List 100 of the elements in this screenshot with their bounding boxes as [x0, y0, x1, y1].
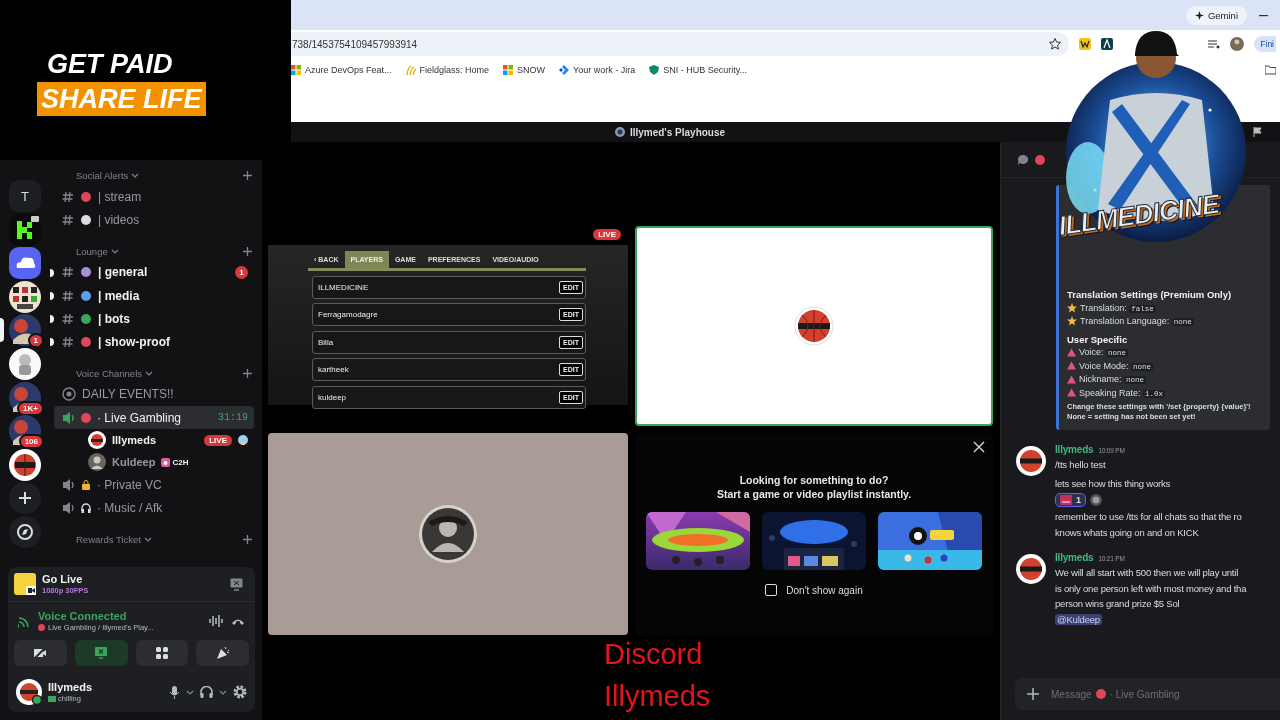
- channel-item[interactable]: | bots: [54, 307, 254, 331]
- extension-icon[interactable]: [1078, 38, 1091, 50]
- panel-subheading: Start a game or video playlist instantly.: [716, 488, 912, 500]
- chevron-icon[interactable]: [186, 688, 194, 696]
- emoji-icon: [80, 312, 92, 325]
- compass-icon[interactable]: [9, 515, 41, 548]
- user-mention[interactable]: @Kuldeep: [1055, 613, 1102, 625]
- unread-indicator: [50, 291, 54, 300]
- unread-indicator: [50, 268, 54, 277]
- embed-heading: Translation Settings (Premium Only): [1067, 289, 1233, 300]
- chevron-icon[interactable]: [145, 369, 154, 377]
- plus-icon[interactable]: [243, 534, 252, 544]
- sparkle-icon: [1194, 10, 1204, 20]
- user-avatar[interactable]: [16, 679, 42, 705]
- category-label[interactable]: Social Alerts: [76, 170, 129, 181]
- channel-item[interactable]: · Music / Afk: [54, 496, 254, 520]
- server-icon[interactable]: [9, 213, 41, 246]
- camera-off-button[interactable]: [14, 640, 67, 666]
- go-live-icon[interactable]: [14, 573, 36, 595]
- media-icon[interactable]: [1208, 39, 1221, 49]
- bookmark-link[interactable]: SNI - HUB Security...: [649, 65, 748, 75]
- add-reaction-icon[interactable]: [1090, 494, 1102, 506]
- member-tag: C2H: [161, 457, 189, 467]
- checkbox[interactable]: [765, 584, 778, 596]
- star-icon: [1067, 302, 1077, 313]
- avatar-icon[interactable]: [1230, 37, 1245, 51]
- assistant-button[interactable]: Gemini: [1185, 5, 1247, 25]
- server-icon[interactable]: [9, 347, 41, 380]
- camera-off-icon: [33, 646, 48, 660]
- chevron-icon[interactable]: [131, 172, 140, 179]
- extension-icon[interactable]: [1100, 38, 1113, 50]
- emoji-icon: [80, 336, 92, 349]
- server-icon: [614, 127, 625, 137]
- channel-item[interactable]: | stream: [54, 185, 254, 209]
- bookmark-link[interactable]: Azure DevOps Feat...: [291, 65, 392, 75]
- go-live-title: Go Live: [42, 573, 84, 585]
- server-icon[interactable]: [9, 247, 41, 280]
- player-name: kuldeep: [318, 392, 347, 402]
- screen-share-icon[interactable]: [230, 577, 243, 591]
- activities-button[interactable]: [135, 640, 189, 666]
- bookmark-icon: [405, 65, 416, 75]
- category-label[interactable]: Rewards Ticket: [76, 533, 141, 545]
- unread-badge: 1: [235, 265, 248, 279]
- microphone-icon[interactable]: [169, 685, 180, 699]
- user-avatar[interactable]: [1016, 446, 1046, 476]
- screen-share-button[interactable]: [74, 640, 128, 666]
- channel-item[interactable]: | general 1: [54, 260, 254, 284]
- message-text: remember to use /tts for all chats so that the ro knows whats going on and on KICK: [1055, 510, 1243, 540]
- server-icon[interactable]: [9, 448, 41, 481]
- channel-item[interactable]: DAILY EVENTS!!: [54, 382, 254, 407]
- member-item[interactable]: Illymeds LIVE: [54, 429, 254, 452]
- plus-icon[interactable]: [243, 171, 252, 180]
- bookmark-icon: [649, 65, 660, 75]
- activities-icon: [154, 646, 169, 660]
- channel-item[interactable]: · Private VC: [54, 473, 254, 497]
- user-avatar[interactable]: [1016, 554, 1046, 584]
- chevron-icon[interactable]: [143, 535, 152, 543]
- category-label[interactable]: Voice Channels: [76, 367, 143, 379]
- unread-indicator: [50, 315, 54, 324]
- chat-icon[interactable]: [1017, 153, 1029, 166]
- plus-icon[interactable]: [243, 368, 252, 378]
- channel-item[interactable]: | media: [54, 283, 254, 308]
- server-icon[interactable]: [9, 280, 41, 313]
- slogan-banner: SHARE LIFE: [37, 82, 206, 116]
- server-button[interactable]: T: [9, 180, 41, 212]
- add-icon[interactable]: [9, 482, 41, 515]
- channel-item[interactable]: | videos: [54, 208, 254, 232]
- channel-item[interactable]: · Live Gambling 31:19: [54, 406, 254, 430]
- emoji-icon: [80, 213, 92, 226]
- embed-heading: User Specific: [1067, 333, 1129, 345]
- member-item[interactable]: Kuldeep C2H: [54, 451, 254, 474]
- flag-icon[interactable]: [1253, 127, 1262, 137]
- message-text: We will all start with 500 then we will play until is only one person left with most money and tha person wins grand prize $5 Sol: [1055, 566, 1248, 611]
- author-name[interactable]: Illymeds: [1055, 552, 1094, 563]
- star-icon[interactable]: [1048, 38, 1061, 50]
- bookmark-link[interactable]: SNOW: [503, 65, 546, 75]
- plus-icon[interactable]: [1027, 688, 1039, 700]
- plus-icon[interactable]: [243, 246, 252, 256]
- noise-suppression-icon[interactable]: [209, 614, 223, 628]
- chevron-icon[interactable]: [110, 247, 119, 255]
- settings-icon[interactable]: [233, 685, 247, 699]
- record-icon: [1095, 689, 1106, 699]
- hash-icon: [62, 190, 74, 203]
- close-icon[interactable]: [973, 441, 985, 453]
- category-label[interactable]: Lounge: [76, 245, 108, 257]
- chevron-icon[interactable]: [219, 688, 227, 696]
- folder-icon[interactable]: [1265, 65, 1276, 75]
- emoji-icon: [238, 435, 248, 446]
- stage-icon: [62, 387, 76, 402]
- profile-button[interactable]: Fini: [1254, 36, 1276, 52]
- channel-item[interactable]: | show-proof: [54, 330, 254, 354]
- author-name[interactable]: Illymeds: [1055, 444, 1094, 455]
- bookmark-link[interactable]: Your work - Jira: [559, 65, 636, 75]
- hash-icon: [62, 213, 74, 226]
- address-bar[interactable]: 738/1453754109457993914: [291, 32, 1069, 56]
- soundboard-button[interactable]: [196, 640, 249, 666]
- headphones-icon[interactable]: [200, 685, 213, 699]
- bookmark-link[interactable]: Fieldglass: Home: [405, 65, 490, 75]
- reaction-chip[interactable]: 1: [1055, 493, 1086, 507]
- user-avatar: [88, 431, 106, 450]
